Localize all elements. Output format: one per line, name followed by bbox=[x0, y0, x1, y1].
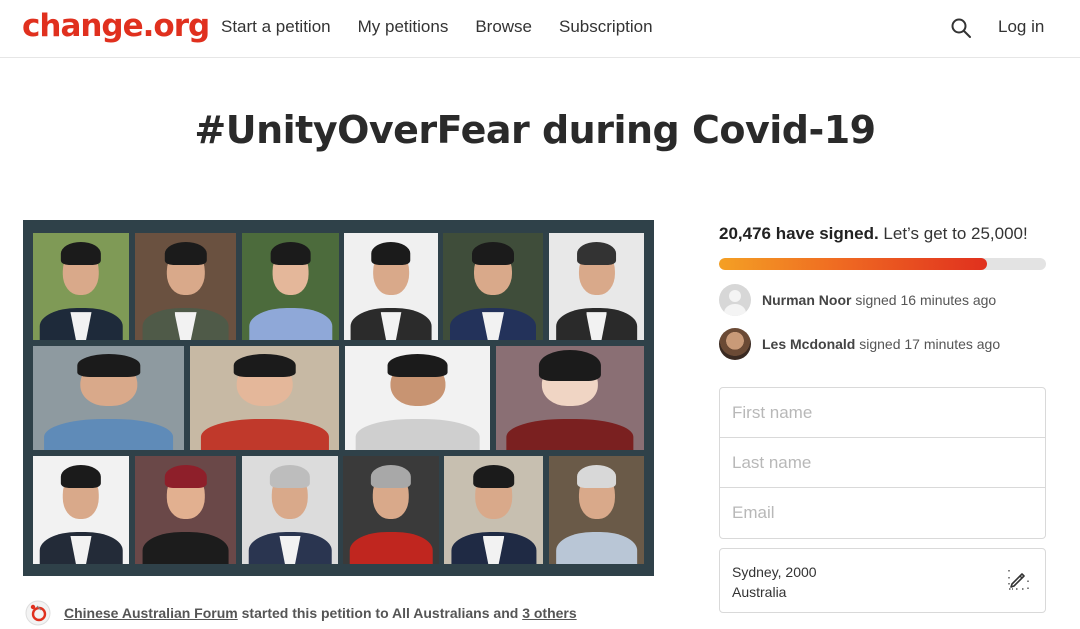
signer-name: Les Mcdonald bbox=[762, 336, 856, 352]
portrait-photo bbox=[135, 456, 236, 564]
edit-pencil-icon[interactable] bbox=[1007, 568, 1029, 590]
first-name-row bbox=[720, 388, 1045, 438]
portrait-photo bbox=[443, 233, 543, 340]
portrait-photo bbox=[496, 346, 644, 450]
location-country: Australia bbox=[732, 584, 787, 600]
portrait-photo bbox=[344, 233, 438, 340]
signer-text: Nurman Noor signed 16 minutes ago bbox=[762, 292, 996, 308]
nav-start-petition[interactable]: Start a petition bbox=[221, 17, 331, 37]
portrait-photo bbox=[33, 233, 129, 340]
petition-title: #UnityOverFear during Covid-19 bbox=[194, 108, 876, 152]
nav-browse[interactable]: Browse bbox=[475, 17, 532, 37]
top-navigation-bar: change.org Start a petition My petitions… bbox=[0, 0, 1080, 58]
location-field[interactable]: Sydney, 2000 Australia bbox=[719, 548, 1046, 613]
change-org-logo[interactable]: change.org bbox=[22, 8, 210, 44]
portrait-photo bbox=[33, 456, 129, 564]
last-name-row bbox=[720, 438, 1045, 488]
last-name-field[interactable] bbox=[732, 452, 1033, 473]
email-row bbox=[720, 488, 1045, 538]
others-link[interactable]: 3 others bbox=[522, 605, 576, 621]
organization-logo-icon bbox=[25, 600, 51, 626]
portrait-photo bbox=[242, 233, 339, 340]
progress-fill bbox=[719, 258, 988, 270]
portrait-photo bbox=[549, 456, 644, 564]
goal-text: Let’s get to 25,000! bbox=[878, 224, 1028, 243]
portrait-photo bbox=[135, 233, 236, 340]
first-name-field[interactable] bbox=[732, 402, 1033, 423]
portrait-photo bbox=[242, 456, 338, 564]
nav-subscription[interactable]: Subscription bbox=[559, 17, 653, 37]
location-city: Sydney, 2000 bbox=[732, 564, 817, 580]
sign-form bbox=[719, 387, 1046, 539]
portrait-photo bbox=[444, 456, 543, 564]
starter-middle-text: started this petition to All Australians… bbox=[237, 605, 523, 621]
search-icon[interactable] bbox=[950, 17, 972, 39]
nav-my-petitions[interactable]: My petitions bbox=[358, 17, 449, 37]
recent-signer: Les Mcdonald signed 17 minutes ago bbox=[719, 328, 1000, 360]
signer-text: Les Mcdonald signed 17 minutes ago bbox=[762, 336, 1000, 352]
starter-text: Chinese Australian Forum started this pe… bbox=[64, 605, 577, 621]
signature-count: 20,476 have signed. Let’s get to 25,000! bbox=[719, 224, 1028, 244]
email-field[interactable] bbox=[732, 503, 1033, 523]
login-link[interactable]: Log in bbox=[998, 17, 1044, 37]
signature-progress-bar bbox=[719, 258, 1046, 270]
recent-signer: Nurman Noor signed 16 minutes ago bbox=[719, 284, 996, 316]
portrait-photo bbox=[345, 346, 490, 450]
petition-starter: Chinese Australian Forum started this pe… bbox=[25, 600, 577, 626]
starter-org-link[interactable]: Chinese Australian Forum bbox=[64, 605, 238, 621]
portrait-photo bbox=[549, 233, 644, 340]
signer-name: Nurman Noor bbox=[762, 292, 852, 308]
signed-count-text: 20,476 have signed. bbox=[719, 224, 879, 243]
petition-image bbox=[23, 220, 654, 576]
default-avatar bbox=[719, 284, 751, 316]
portrait-photo bbox=[33, 346, 184, 450]
avatar bbox=[719, 328, 751, 360]
portrait-photo bbox=[343, 456, 439, 564]
main-nav: Start a petition My petitions Browse Sub… bbox=[221, 17, 680, 37]
signer-action: signed 16 minutes ago bbox=[851, 292, 997, 308]
portrait-photo bbox=[190, 346, 339, 450]
signer-action: signed 17 minutes ago bbox=[855, 336, 1001, 352]
